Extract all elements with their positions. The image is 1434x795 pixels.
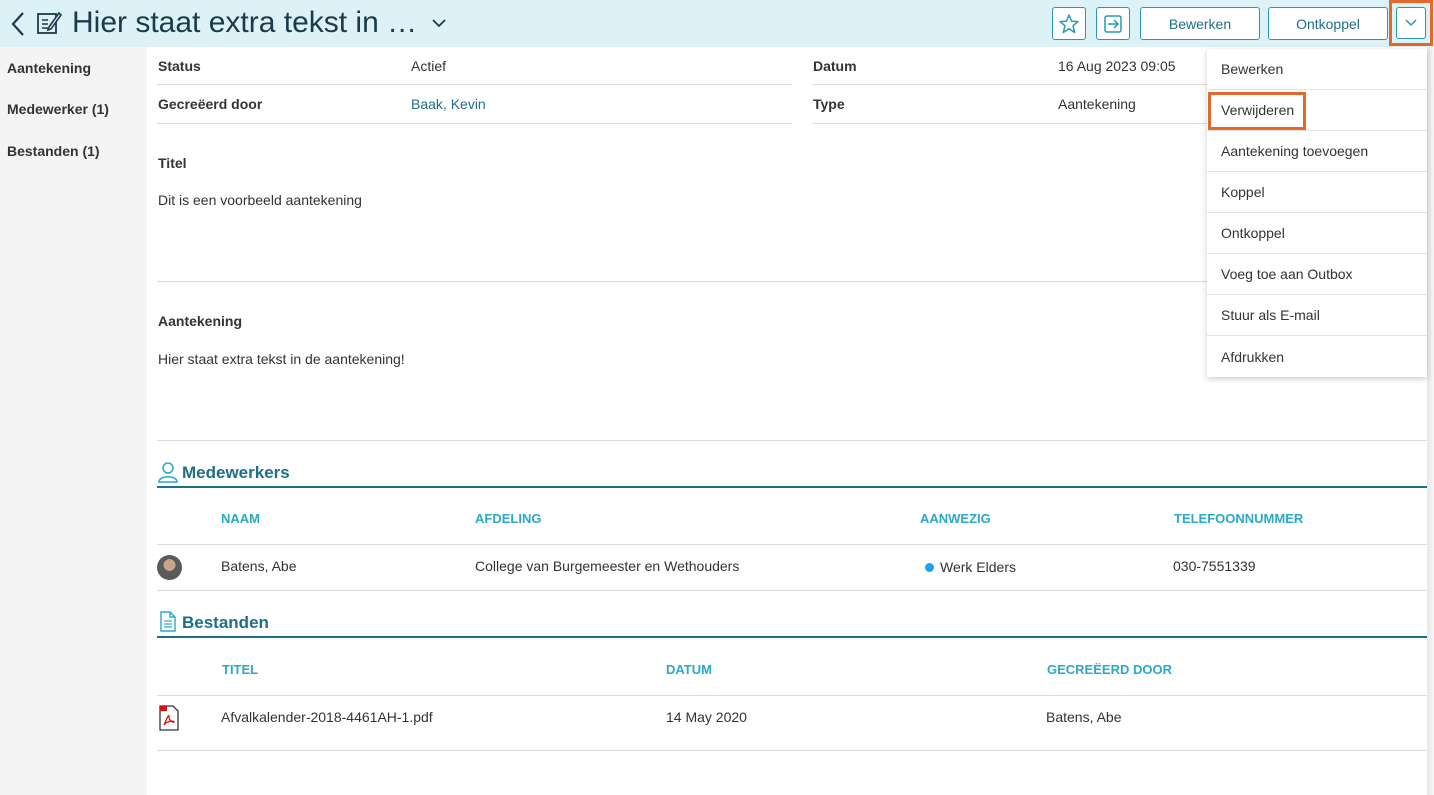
nav-item-bestanden[interactable]: Bestanden (1) <box>7 143 100 159</box>
avatar <box>157 555 182 580</box>
col-titel[interactable]: TITEL <box>222 662 258 677</box>
note-label: Aantekening <box>158 313 243 329</box>
nav-item-aantekening[interactable]: Aantekening <box>7 60 91 76</box>
col-afdeling[interactable]: AFDELING <box>475 511 541 526</box>
edit-button[interactable]: Bewerken <box>1140 7 1260 40</box>
header-bar: Hier staat extra tekst in … Bewerken Ont… <box>0 0 1434 47</box>
divider <box>157 750 1427 751</box>
date-value: 16 Aug 2023 09:05 <box>1058 58 1176 74</box>
divider <box>157 695 1427 696</box>
divider <box>157 123 792 124</box>
divider <box>157 544 1427 545</box>
actions-menu: Bewerken Verwijderen Aantekening toevoeg… <box>1207 49 1427 377</box>
status-value: Actief <box>411 58 447 74</box>
pdf-file-icon <box>159 705 179 731</box>
menu-item-verwijderen[interactable]: Verwijderen <box>1207 90 1427 131</box>
star-icon <box>1059 13 1079 33</box>
left-nav: Aantekening Medewerker (1) Bestanden (1) <box>0 47 147 795</box>
divider <box>157 84 792 85</box>
nav-item-medewerker[interactable]: Medewerker (1) <box>7 101 109 117</box>
menu-item-koppel[interactable]: Koppel <box>1207 172 1427 213</box>
presence-dot-icon <box>925 563 934 572</box>
scroll-edge <box>1427 47 1434 795</box>
section-rule <box>157 636 1427 638</box>
employees-heading: Medewerkers <box>182 463 290 482</box>
document-icon <box>160 611 176 632</box>
more-actions-inner <box>1396 7 1426 39</box>
back-icon[interactable] <box>8 10 28 38</box>
menu-item-outbox[interactable]: Voeg toe aan Outbox <box>1207 254 1427 295</box>
created-by-link[interactable]: Baak, Kevin <box>411 96 486 112</box>
favorite-button[interactable] <box>1052 7 1086 40</box>
divider <box>812 84 1212 85</box>
title-label: Titel <box>158 155 187 171</box>
divider <box>812 123 1212 124</box>
divider <box>157 590 1427 591</box>
divider <box>157 440 1427 441</box>
file-created-by: Batens, Abe <box>1046 709 1122 725</box>
edit-note-icon <box>37 11 62 34</box>
col-datum[interactable]: DATUM <box>666 662 712 677</box>
status-label: Status <box>158 58 201 74</box>
col-naam[interactable]: NAAM <box>221 511 260 526</box>
menu-item-aantekening-toevoegen[interactable]: Aantekening toevoegen <box>1207 131 1427 172</box>
open-button[interactable] <box>1096 7 1130 40</box>
menu-item-email[interactable]: Stuur als E-mail <box>1207 295 1427 336</box>
chevron-down-icon[interactable] <box>430 14 448 32</box>
employee-name[interactable]: Batens, Abe <box>221 558 297 574</box>
note-text: Hier staat extra tekst in de aantekening… <box>158 351 405 367</box>
col-aanwezig[interactable]: AANWEZIG <box>920 511 991 526</box>
employee-phone: 030-7551339 <box>1173 558 1256 574</box>
title-text: Dit is een voorbeeld aantekening <box>158 192 362 208</box>
section-rule <box>157 486 1427 488</box>
unlink-button[interactable]: Ontkoppel <box>1268 7 1388 40</box>
file-title[interactable]: Afvalkalender-2018-4461AH-1.pdf <box>221 709 433 725</box>
menu-item-afdrukken[interactable]: Afdrukken <box>1207 336 1427 377</box>
employee-presence: Werk Elders <box>940 559 1016 575</box>
type-label: Type <box>813 96 845 112</box>
col-telefoonnummer[interactable]: TELEFOONNUMMER <box>1174 511 1303 526</box>
person-icon <box>158 462 178 483</box>
col-gecreeerd-door[interactable]: GECREËERD DOOR <box>1047 662 1172 677</box>
type-value: Aantekening <box>1058 96 1136 112</box>
sign-in-icon <box>1104 14 1122 33</box>
menu-item-bewerken[interactable]: Bewerken <box>1207 49 1427 90</box>
more-actions-button[interactable] <box>1389 0 1433 46</box>
page-title: Hier staat extra tekst in … <box>72 6 418 39</box>
employee-department: College van Burgemeester en Wethouders <box>475 558 740 574</box>
chevron-down-icon <box>1405 19 1417 27</box>
created-by-label: Gecreëerd door <box>158 96 263 112</box>
file-date: 14 May 2020 <box>666 709 747 725</box>
files-heading: Bestanden <box>182 613 269 632</box>
date-label: Datum <box>813 58 857 74</box>
menu-item-ontkoppel[interactable]: Ontkoppel <box>1207 213 1427 254</box>
